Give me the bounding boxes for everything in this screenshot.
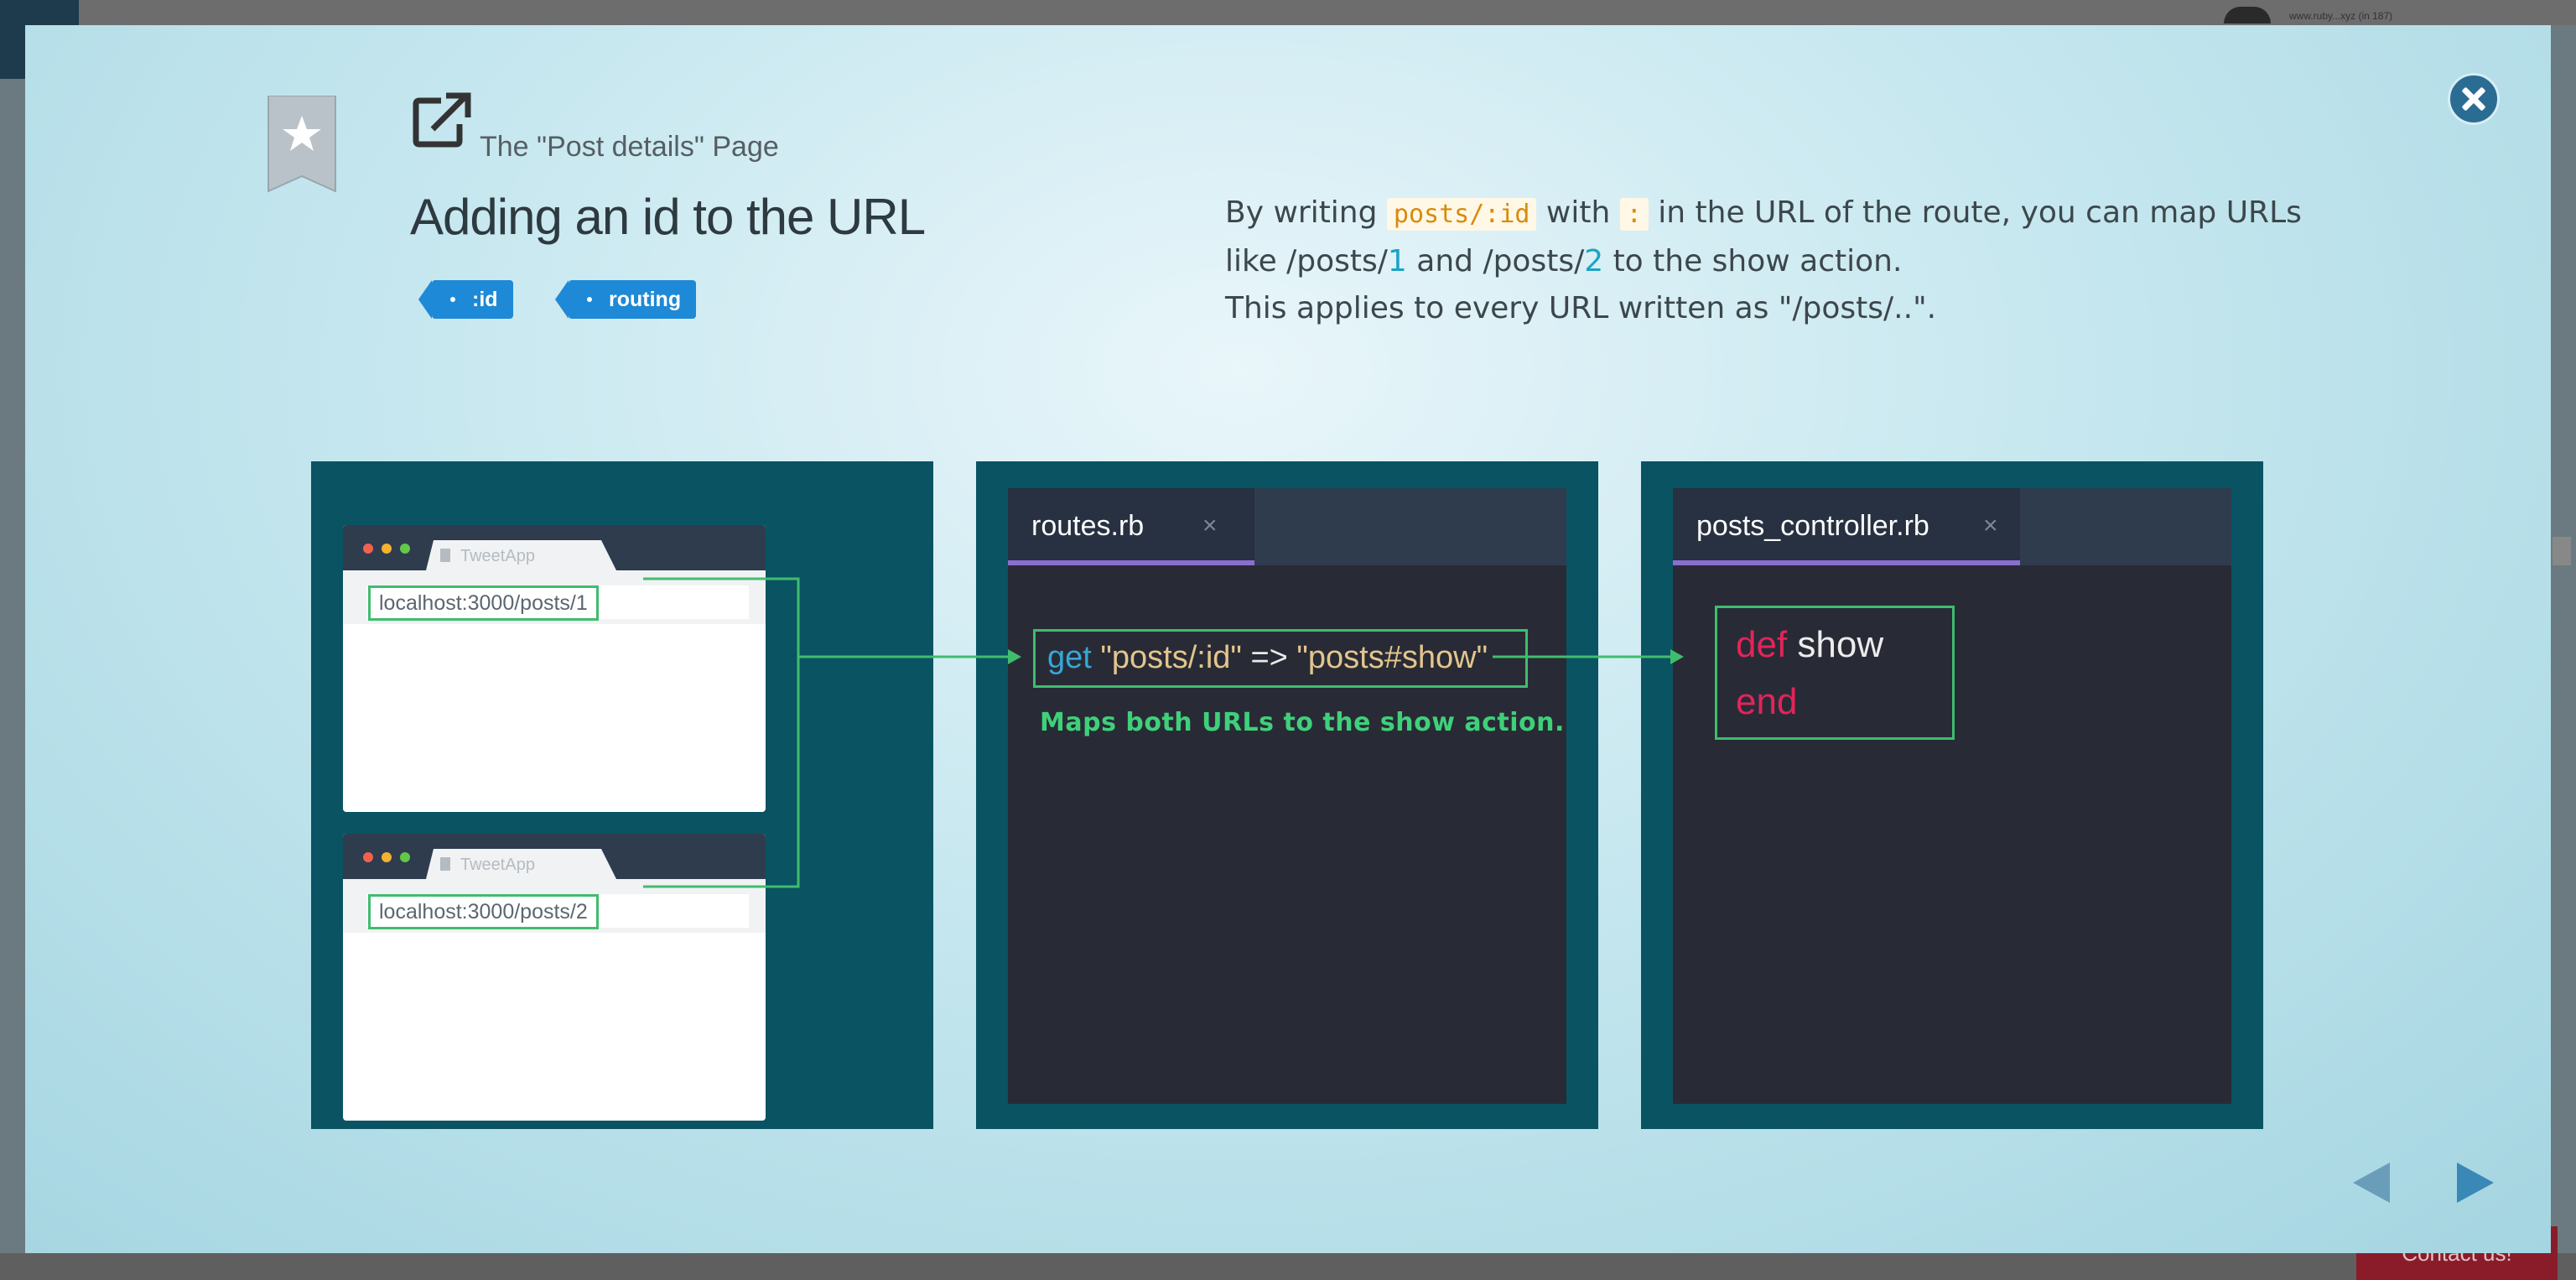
file-tab: posts_controller.rb × bbox=[1673, 488, 2020, 565]
browser-window: TweetApp localhost:3000/posts/1 bbox=[343, 525, 766, 812]
description-line-2: like /posts/1 and /posts/2 to the show a… bbox=[1225, 244, 1903, 278]
next-slide-button[interactable] bbox=[2457, 1163, 2494, 1203]
route-annotation: Maps both URLs to the show action. bbox=[1040, 708, 1565, 737]
file-name: routes.rb bbox=[1031, 510, 1145, 542]
routes-panel: routes.rb × get "posts/:id" => "posts#sh… bbox=[976, 461, 1598, 1129]
file-name: posts_controller.rb bbox=[1696, 510, 1929, 542]
document-icon bbox=[440, 549, 450, 562]
background-header bbox=[0, 0, 2576, 25]
page-title: Adding an id to the URL bbox=[410, 189, 926, 245]
inline-code: : bbox=[1619, 198, 1649, 231]
browser-panel: TweetApp localhost:3000/posts/1 TweetApp… bbox=[311, 461, 933, 1129]
background-url: www.ruby...xyz (in 187) bbox=[2289, 10, 2393, 22]
tag-routing[interactable]: routing bbox=[554, 280, 697, 319]
previous-slide-button[interactable] bbox=[2353, 1163, 2390, 1203]
background-footer bbox=[0, 1253, 2576, 1280]
address-bar: localhost:3000/posts/1 bbox=[368, 585, 599, 621]
breadcrumb: The "Post details" Page bbox=[480, 131, 779, 163]
bookmark-icon[interactable] bbox=[267, 96, 337, 193]
background-avatar bbox=[2224, 7, 2271, 23]
tag-id[interactable]: :id bbox=[418, 280, 513, 319]
close-tab-icon: × bbox=[1202, 512, 1218, 539]
file-tab: routes.rb × bbox=[1008, 488, 1254, 565]
inline-code: posts/:id bbox=[1386, 198, 1537, 231]
document-icon bbox=[440, 857, 450, 871]
browser-window: TweetApp localhost:3000/posts/2 bbox=[343, 834, 766, 1121]
description-line-1: By writing posts/:id with : in the URL o… bbox=[1225, 195, 2302, 231]
slide-description: By writing posts/:id with : in the URL o… bbox=[1225, 190, 2324, 332]
external-link-icon[interactable] bbox=[413, 92, 471, 148]
description-line-3: This applies to every URL written as "/p… bbox=[1225, 291, 1937, 325]
code-editor: posts_controller.rb × def show end bbox=[1673, 488, 2231, 1104]
close-button[interactable] bbox=[2448, 73, 2500, 125]
code-editor: routes.rb × get "posts/:id" => "posts#sh… bbox=[1008, 488, 1566, 1104]
slide-modal: The "Post details" Page Adding an id to … bbox=[25, 25, 2551, 1253]
close-tab-icon: × bbox=[1983, 512, 1998, 539]
background-scrollbar[interactable] bbox=[2553, 537, 2571, 565]
show-action-code: def show end bbox=[1715, 606, 1955, 740]
address-bar: localhost:3000/posts/2 bbox=[368, 894, 599, 929]
route-code: get "posts/:id" => "posts#show" bbox=[1033, 629, 1528, 688]
controller-panel: posts_controller.rb × def show end bbox=[1641, 461, 2263, 1129]
